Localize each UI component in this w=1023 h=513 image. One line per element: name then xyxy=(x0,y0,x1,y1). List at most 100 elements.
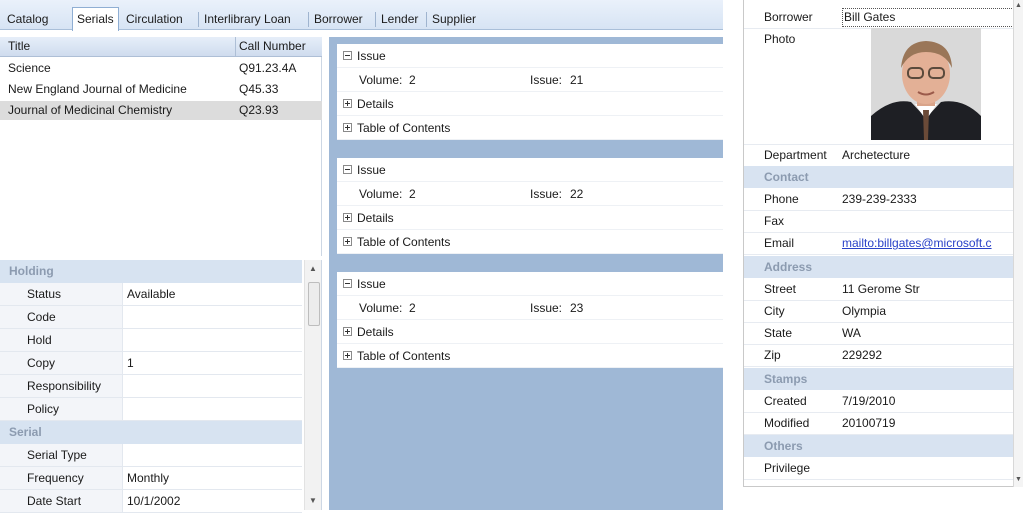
column-header-call-number[interactable]: Call Number xyxy=(239,37,306,56)
property-row-policy[interactable]: Policy xyxy=(0,398,302,421)
collapse-icon[interactable] xyxy=(343,165,352,174)
issue-card: Issue Volume: 2 Issue: 23 Details Table … xyxy=(337,272,723,368)
property-label: Department xyxy=(764,148,827,162)
toc-row[interactable]: Table of Contents xyxy=(337,230,723,254)
property-row-status[interactable]: Status Available xyxy=(0,283,302,306)
property-row-department[interactable]: Department Archetecture xyxy=(744,144,1014,167)
list-item-title: New England Journal of Medicine xyxy=(8,82,187,96)
expand-icon[interactable] xyxy=(343,213,352,222)
column-header-title[interactable]: Title xyxy=(8,37,30,56)
tab-bar: Catalog Serials Circulation Interlibrary… xyxy=(0,0,723,31)
expand-icon[interactable] xyxy=(343,351,352,360)
property-row-created[interactable]: Created 7/19/2010 xyxy=(744,390,1014,413)
toc-row[interactable]: Table of Contents xyxy=(337,344,723,368)
list-item-call-number: Q45.33 xyxy=(239,82,279,96)
details-row[interactable]: Details xyxy=(337,92,723,116)
property-value: WA xyxy=(842,326,861,340)
property-row-fax[interactable]: Fax xyxy=(744,210,1014,233)
issue-info-row: Volume: 2 Issue: 21 xyxy=(337,68,723,92)
collapse-icon[interactable] xyxy=(343,51,352,60)
property-row-email[interactable]: Email mailto:billgates@microsoft.c xyxy=(744,232,1014,255)
section-contact[interactable]: Contact xyxy=(744,166,1014,188)
section-serial[interactable]: Serial xyxy=(0,421,302,444)
property-row-copy[interactable]: Copy 1 xyxy=(0,352,302,375)
property-label: Serial Type xyxy=(0,444,123,466)
expand-icon[interactable] xyxy=(343,123,352,132)
borrower-panel: Borrower Bill Gates Photo Department Arc… xyxy=(743,0,1023,487)
tab-lender[interactable]: Lender xyxy=(377,9,422,30)
property-label: Code xyxy=(0,306,123,328)
property-label: Email xyxy=(764,236,795,250)
property-value: 20100719 xyxy=(842,416,896,430)
collapse-icon[interactable] xyxy=(343,279,352,288)
list-item-title: Science xyxy=(8,61,51,75)
holding-grid: Holding Status Available Code Hold Copy … xyxy=(0,260,322,513)
property-row-phone[interactable]: Phone 239-239-2333 xyxy=(744,188,1014,211)
borrower-scrollbar[interactable]: ▲ ▼ xyxy=(1013,0,1023,487)
issue-header-row[interactable]: Issue xyxy=(337,158,723,182)
issue-card: Issue Volume: 2 Issue: 22 Details Table … xyxy=(337,158,723,254)
tab-supplier[interactable]: Supplier xyxy=(428,9,480,30)
expand-icon[interactable] xyxy=(343,327,352,336)
property-value: 1 xyxy=(127,356,134,370)
expand-icon[interactable] xyxy=(343,237,352,246)
tab-serials[interactable]: Serials xyxy=(72,7,119,31)
property-value: Monthly xyxy=(127,471,170,485)
property-row-state[interactable]: State WA xyxy=(744,322,1014,345)
property-row-hold[interactable]: Hold xyxy=(0,329,302,352)
property-row-privilege[interactable]: Privilege xyxy=(744,457,1014,480)
property-label: Created xyxy=(764,394,807,408)
list-item-call-number: Q23.93 xyxy=(239,103,279,117)
property-row-serial-type[interactable]: Serial Type xyxy=(0,444,302,467)
issue-label: Issue: xyxy=(530,73,563,87)
property-row-city[interactable]: City Olympia xyxy=(744,300,1014,323)
issue-header-row[interactable]: Issue xyxy=(337,44,723,68)
tab-borrower[interactable]: Borrower xyxy=(310,9,367,30)
volume-value: 2 xyxy=(409,301,416,315)
tab-circulation[interactable]: Circulation xyxy=(122,9,187,30)
issue-header: Issue xyxy=(357,277,386,291)
scroll-up-arrow-icon[interactable]: ▲ xyxy=(309,264,317,273)
details-label: Details xyxy=(357,325,394,339)
section-holding[interactable]: Holding xyxy=(0,260,302,283)
email-link[interactable]: mailto:billgates@microsoft.c xyxy=(842,232,992,255)
issue-label: Issue: xyxy=(530,187,563,201)
list-item[interactable]: New England Journal of Medicine Q45.33 xyxy=(0,80,322,99)
volume-label: Volume: xyxy=(359,301,403,315)
property-row-code[interactable]: Code xyxy=(0,306,302,329)
expand-icon[interactable] xyxy=(343,99,352,108)
scroll-down-arrow-icon[interactable]: ▼ xyxy=(309,496,317,505)
list-item-selected[interactable]: Journal of Medicinal Chemistry Q23.93 xyxy=(0,101,322,120)
issue-header-row[interactable]: Issue xyxy=(337,272,723,296)
property-row-responsibility[interactable]: Responsibility xyxy=(0,375,302,398)
details-row[interactable]: Details xyxy=(337,320,723,344)
toc-label: Table of Contents xyxy=(357,349,451,363)
property-label: Privilege xyxy=(764,461,811,475)
toc-row[interactable]: Table of Contents xyxy=(337,116,723,140)
property-value: Available xyxy=(127,287,176,301)
section-address[interactable]: Address xyxy=(744,256,1014,278)
scroll-up-arrow-icon[interactable]: ▲ xyxy=(1015,2,1022,9)
property-label: Copy xyxy=(0,352,123,374)
issue-value: 21 xyxy=(570,73,584,87)
property-label: Responsibility xyxy=(0,375,123,397)
borrower-name-value[interactable]: Bill Gates xyxy=(842,8,1014,27)
property-row-zip[interactable]: Zip 229292 xyxy=(744,344,1014,367)
section-others[interactable]: Others xyxy=(744,435,1014,457)
holding-scrollbar[interactable]: ▲ ▼ xyxy=(304,260,321,510)
list-item[interactable]: Science Q91.23.4A xyxy=(0,59,322,78)
tab-catalog[interactable]: Catalog xyxy=(3,9,52,30)
tab-interlibrary-loan[interactable]: Interlibrary Loan xyxy=(200,9,295,30)
property-row-modified[interactable]: Modified 20100719 xyxy=(744,412,1014,435)
scrollbar-thumb[interactable] xyxy=(308,282,320,326)
property-row-frequency[interactable]: Frequency Monthly xyxy=(0,467,302,490)
scroll-down-arrow-icon[interactable]: ▼ xyxy=(1015,476,1022,483)
property-row-borrower[interactable]: Borrower Bill Gates xyxy=(744,6,1014,29)
section-stamps[interactable]: Stamps xyxy=(744,368,1014,390)
property-row-street[interactable]: Street 11 Gerome Str xyxy=(744,278,1014,301)
details-row[interactable]: Details xyxy=(337,206,723,230)
property-label: City xyxy=(764,304,785,318)
details-label: Details xyxy=(357,97,394,111)
property-label: Hold xyxy=(0,329,123,351)
property-label: Street xyxy=(764,282,797,296)
